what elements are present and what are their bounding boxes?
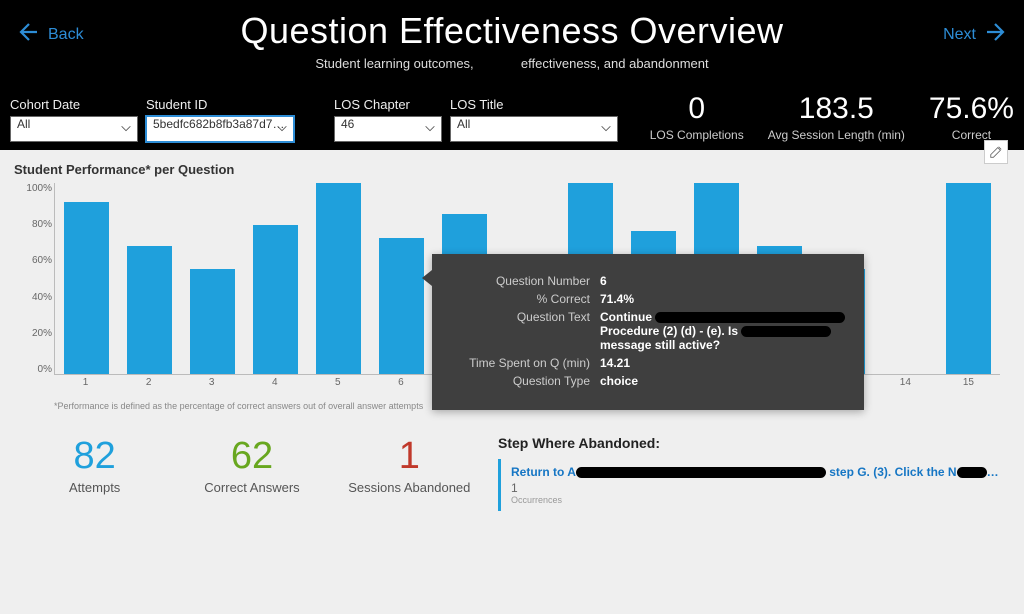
metric-correct: 62 Correct Answers — [173, 435, 330, 511]
bar-slot[interactable] — [937, 183, 1000, 374]
filter-label-lostitle: LOS Title — [450, 97, 618, 112]
chapter-select[interactable]: 46 — [334, 116, 442, 142]
filters-row: Cohort Date All Student ID 5bedfc682b8fb… — [10, 92, 1014, 142]
x-tick: 14 — [874, 377, 937, 393]
bar-slot[interactable] — [307, 183, 370, 374]
page-title: Question Effectiveness Overview — [16, 10, 1008, 52]
next-button[interactable]: Next — [943, 20, 1010, 49]
filter-label-cohort: Cohort Date — [10, 97, 138, 112]
header-bar: Back Next Question Effectiveness Overvie… — [0, 0, 1024, 150]
x-tick: 2 — [117, 377, 180, 393]
filter-label-chapter: LOS Chapter — [334, 97, 442, 112]
bar[interactable] — [379, 238, 423, 374]
bar[interactable] — [946, 183, 990, 374]
x-tick: 3 — [180, 377, 243, 393]
abandon-card[interactable]: Return to A step G. (3). Click the N… 1 … — [498, 459, 1008, 511]
student-select[interactable]: 5bedfc682b8fb3a87d7… — [146, 116, 294, 142]
x-tick: 5 — [306, 377, 369, 393]
lostitle-select[interactable]: All — [450, 116, 618, 142]
bar[interactable] — [127, 246, 171, 374]
abandon-occurrences-label: Occurrences — [511, 495, 998, 505]
chevron-down-icon — [599, 121, 613, 138]
bar-slot[interactable] — [244, 183, 307, 374]
back-label: Back — [48, 26, 84, 44]
x-tick: 4 — [243, 377, 306, 393]
x-tick: 1 — [54, 377, 117, 393]
bar-slot[interactable] — [118, 183, 181, 374]
bar-slot[interactable] — [181, 183, 244, 374]
bar[interactable] — [64, 202, 108, 374]
abandon-occurrences-value: 1 — [511, 481, 998, 495]
bar-slot[interactable] — [874, 183, 937, 374]
bar[interactable] — [316, 183, 360, 374]
page-subtitle: Student learning outcomes, effectiveness… — [16, 56, 1008, 71]
bar-slot[interactable] — [55, 183, 118, 374]
chevron-down-icon — [275, 121, 289, 138]
kpi-correct: 75.6% Correct — [929, 92, 1014, 142]
chart-tooltip: Question Number6 % Correct71.4% Question… — [432, 254, 864, 410]
metric-abandoned: 1 Sessions Abandoned — [331, 435, 488, 511]
bottom-row: 82 Attempts 62 Correct Answers 1 Session… — [0, 421, 1024, 529]
x-tick: 6 — [369, 377, 432, 393]
chevron-down-icon — [119, 121, 133, 138]
arrow-left-icon — [14, 20, 38, 49]
y-axis: 100%80%60%40%20%0% — [16, 183, 52, 375]
metric-attempts: 82 Attempts — [16, 435, 173, 511]
bar[interactable] — [190, 269, 234, 374]
arrow-right-icon — [986, 20, 1010, 49]
edit-icon[interactable] — [984, 140, 1008, 164]
abandon-box: Step Where Abandoned: Return to A step G… — [488, 435, 1008, 511]
x-tick: 15 — [937, 377, 1000, 393]
bar[interactable] — [253, 225, 297, 374]
chart-title: Student Performance* per Question — [14, 162, 1010, 177]
next-label: Next — [943, 26, 976, 44]
abandon-title: Step Where Abandoned: — [498, 435, 1008, 451]
abandon-step-text: Return to A step G. (3). Click the N… — [511, 465, 998, 479]
kpi-completions: 0 LOS Completions — [650, 92, 744, 142]
chevron-down-icon — [423, 121, 437, 138]
back-button[interactable]: Back — [14, 20, 84, 49]
cohort-select[interactable]: All — [10, 116, 138, 142]
kpi-session-length: 183.5 Avg Session Length (min) — [768, 92, 905, 142]
kpi-group: 0 LOS Completions 183.5 Avg Session Leng… — [650, 92, 1014, 142]
filter-label-student: Student ID — [146, 97, 294, 112]
